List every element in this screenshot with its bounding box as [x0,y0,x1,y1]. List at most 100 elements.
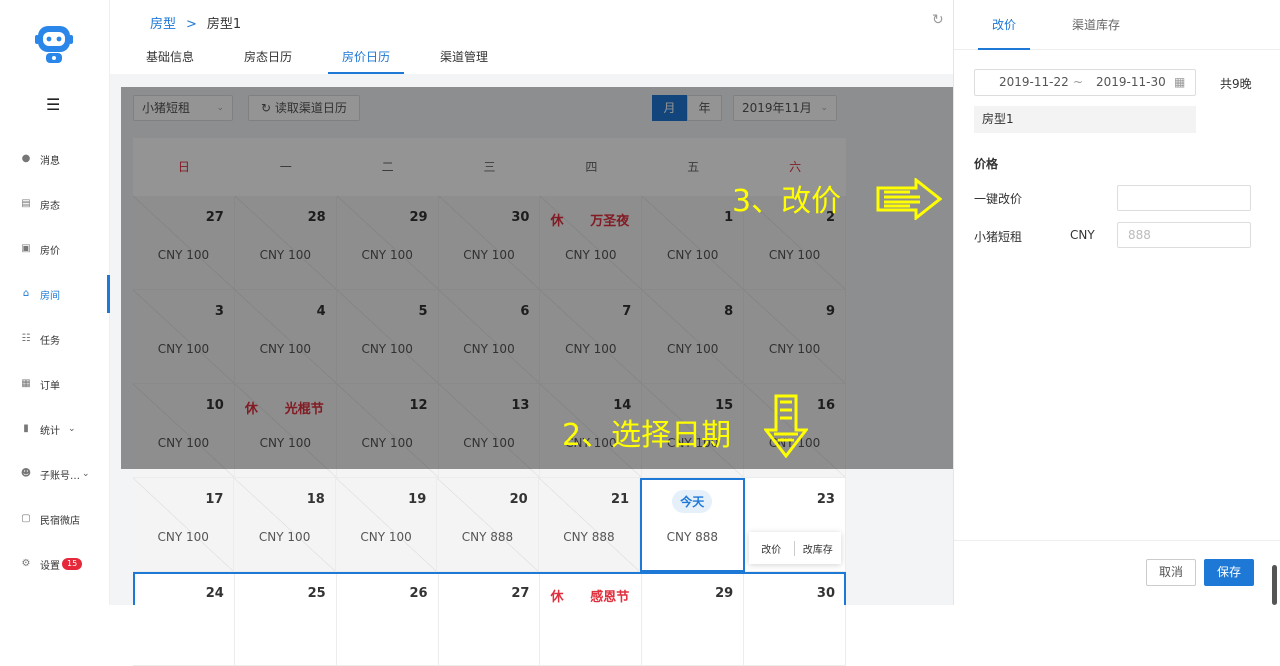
tab-channel-stock[interactable]: 渠道库存 [1058,0,1134,50]
day-number: 24 [205,586,224,601]
calendar-day-cell[interactable]: 19 CNY 100 [335,478,438,572]
tab-room-status-calendar[interactable]: 房态日历 [230,40,306,74]
calendar-icon: ▦ [1174,75,1186,89]
panel-tabs: 改价 渠道库存 [954,0,1280,50]
day-action-popover: 改价 改库存 [748,532,841,564]
calendar-day-cell[interactable]: 休 感恩节 [540,572,643,666]
tab-channel-management[interactable]: 渠道管理 [426,40,502,74]
calendar-day-cell[interactable]: 30 [744,572,847,666]
sidebar-item-room-status[interactable]: ▤ 房态 [0,185,110,223]
sidebar-item-label: 任务 [40,335,60,347]
day-price: CNY 100 [157,530,209,544]
sidebar-item-label: 子账号… [40,470,80,482]
panel-footer-divider [954,540,1280,541]
room-price-icon: ▣ [21,243,31,254]
robot-logo-icon [35,26,73,63]
refresh-icon[interactable]: ↻ [932,12,944,28]
arrow-right-icon [876,178,942,220]
sidebar-item-label: 民宿微店 [40,515,80,527]
day-number: 25 [307,586,326,601]
chart-icon: ▮ [23,423,29,434]
date-separator: ~ [1073,75,1084,89]
day-price: CNY 888 [461,530,514,544]
calendar-day-cell[interactable]: 21 CNY 888 [538,478,641,572]
calendar-day-cell[interactable]: 20 CNY 888 [437,478,539,572]
channel-price-label: 小猪短租 [974,230,1023,244]
calendar-week-row: 24 25 26 27 休 感恩节 29 30 [133,572,847,666]
gear-icon: ⚙ [21,558,31,569]
calendar-day-cell[interactable]: 26 [336,572,439,666]
message-icon: ● [21,153,31,164]
sidebar-item-shop[interactable]: ▢ 民宿微店 [0,500,110,538]
day-number: 17 [205,492,224,507]
scrollbar[interactable] [1272,565,1277,605]
annotation-step2: 2、选择日期 [562,418,732,453]
edit-stock-action[interactable]: 改库存 [794,540,841,556]
day-number: 30 [816,586,836,601]
calendar-day-cell[interactable]: 24 [133,572,235,666]
dim-overlay [121,87,958,469]
breadcrumb-parent[interactable]: 房型 [150,17,176,32]
calendar-day-cell[interactable]: 17 CNY 100 [133,478,235,572]
collapse-menu-icon[interactable]: ☰ [46,95,64,114]
sidebar-item-rooms[interactable]: ⌂ 房间 [0,275,110,313]
shop-icon: ▢ [21,513,31,524]
chevron-down-icon: ⌄ [82,469,90,479]
notification-badge: 15 [62,558,83,570]
sidebar-item-label: 订单 [40,380,60,392]
sidebar-item-label: 房态 [40,200,60,212]
sidebar-item-orders[interactable]: ▦ 订单 [0,365,110,403]
breadcrumb-current: 房型1 [206,17,242,32]
date-start: 2019-11-22 [999,75,1069,89]
sidebar-item-label: 统计 [40,425,60,437]
calendar-day-cell[interactable]: 18 CNY 100 [234,478,336,572]
save-button[interactable]: 保存 [1204,559,1255,586]
breadcrumb: 房型 > 房型1 [150,13,241,32]
holiday-name: 感恩节 [590,590,630,605]
cancel-button[interactable]: 取消 [1146,559,1197,586]
tab-price-calendar[interactable]: 房价日历 [328,40,405,74]
day-price: CNY 888 [666,530,719,544]
day-number: 29 [715,586,734,601]
calendar-week-row: 17 CNY 100 18 CNY 100 19 CNY 100 20 CNY 888 21 CN… [133,478,846,572]
day-number: 19 [408,492,427,507]
day-number: 26 [409,586,428,601]
day-number: 27 [511,586,530,601]
annotation-step3: 3、改价 [732,184,842,219]
sidebar-item-tasks[interactable]: ☷ 任务 [0,320,110,358]
channel-price-input[interactable]: 888 [1117,222,1251,248]
calendar-day-cell[interactable]: 25 [234,572,337,666]
sidebar-item-messages[interactable]: ● 消息 [0,140,110,178]
day-number: 23 [816,492,835,507]
order-icon: ▦ [21,378,31,389]
chevron-down-icon: ⌄ [68,424,76,434]
bulk-price-input[interactable] [1117,185,1251,211]
edit-price-action[interactable]: 改价 [749,541,795,556]
calendar-day-today[interactable]: 今天 CNY 888 [640,478,745,572]
date-range-picker[interactable]: 2019-11-22 ~ 2019-11-30 ▦ [974,69,1196,96]
day-number: 21 [611,492,630,507]
room-status-icon: ▤ [21,198,31,209]
sidebar-item-label: 消息 [40,155,60,167]
tab-edit-price[interactable]: 改价 [978,0,1031,50]
tab-bar: 基础信息 房态日历 房价日历 渠道管理 [132,40,524,74]
holiday-rest-tag: 休 [550,590,564,605]
sidebar-item-stats[interactable]: ▮ 统计 ⌄ [0,410,110,448]
calendar-day-cell[interactable]: 27 [438,572,541,666]
sidebar-item-label: 设置 [40,560,60,572]
sidebar-item-settings[interactable]: ⚙ 设置 15 [0,545,110,583]
calendar-day-cell[interactable]: 23 改价 改库存 [744,478,846,572]
tab-basic-info[interactable]: 基础信息 [132,40,208,74]
home-icon: ⌂ [22,288,30,299]
sidebar-item-label: 房价 [40,245,60,257]
day-price: CNY 888 [563,530,615,544]
bulk-price-label: 一键改价 [974,192,1023,206]
sidebar-item-room-price[interactable]: ▣ 房价 [0,230,110,268]
users-icon: ☻ [20,468,32,479]
task-icon: ☷ [21,333,31,344]
breadcrumb-separator: > [186,17,197,32]
sidebar-item-subaccounts[interactable]: ☻ 子账号… ⌄ [0,455,110,493]
calendar-day-cell[interactable]: 29 [642,572,745,666]
today-tag: 今天 [672,490,713,513]
price-section-title: 价格 [974,157,999,171]
